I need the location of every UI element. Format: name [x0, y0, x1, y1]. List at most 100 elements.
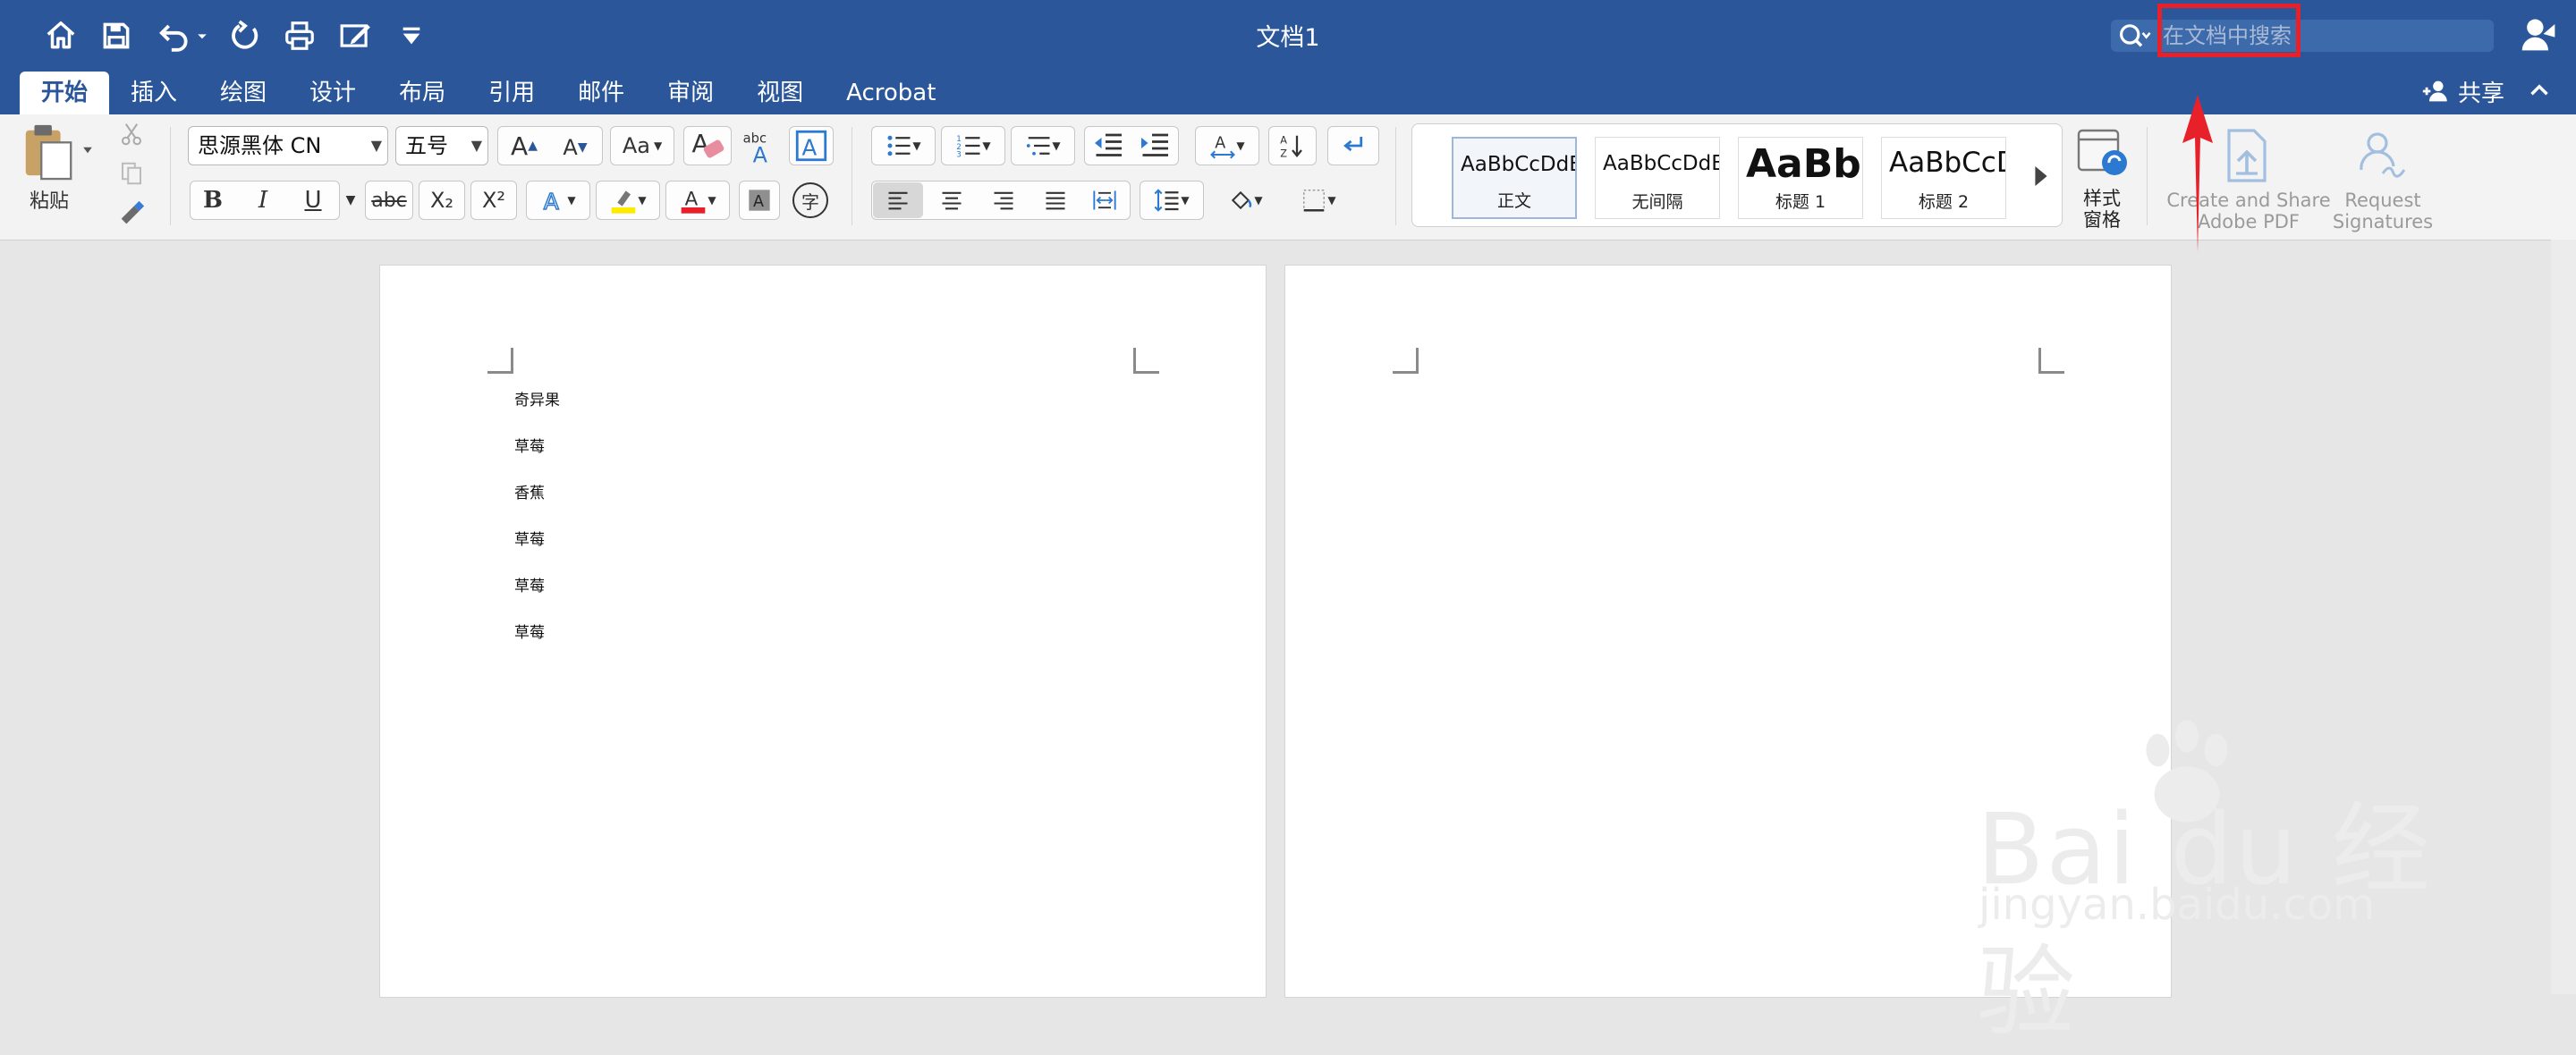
style-heading-2[interactable]: AaBbCcD 标题 2: [1881, 137, 2006, 219]
style-preview: AaBb(: [1746, 141, 1862, 187]
tab-view[interactable]: 视图: [735, 72, 825, 114]
sort-icon[interactable]: AZ: [1268, 126, 1317, 165]
font-size-value: 五号: [405, 133, 448, 158]
line-spacing-icon: [1154, 189, 1179, 212]
multilevel-list-button[interactable]: ▼: [1011, 126, 1075, 165]
align-center-icon[interactable]: [927, 182, 977, 218]
spell-check-icon[interactable]: abc A: [739, 126, 780, 165]
borders-button[interactable]: ▼: [1283, 181, 1354, 220]
shading-button[interactable]: ▼: [1213, 181, 1277, 220]
share-button[interactable]: 共享: [2420, 72, 2504, 111]
paint-bucket-icon: [1232, 190, 1252, 210]
svg-text:A: A: [753, 142, 768, 165]
change-case-button[interactable]: Aa ▼: [610, 126, 674, 165]
chevron-down-icon: ▼: [370, 137, 382, 154]
search-icon[interactable]: [2116, 21, 2152, 50]
style-no-spacing[interactable]: AaBbCcDdEe 无间隔: [1595, 137, 1720, 219]
tab-layout[interactable]: 布局: [377, 72, 467, 114]
superscript-button[interactable]: X²: [470, 181, 517, 220]
subscript-button[interactable]: X₂: [419, 181, 465, 220]
tab-mailings[interactable]: 邮件: [556, 72, 646, 114]
tab-insert[interactable]: 插入: [109, 72, 199, 114]
create-pdf-icon[interactable]: [2222, 127, 2275, 184]
line-spacing-button[interactable]: ▼: [1140, 181, 1204, 220]
paragraph[interactable]: 草莓: [514, 620, 545, 642]
svg-text:3: 3: [957, 151, 962, 160]
request-signatures-icon[interactable]: [2354, 127, 2411, 184]
collapse-ribbon-icon[interactable]: [2524, 75, 2555, 106]
underline-button[interactable]: U: [293, 182, 333, 218]
request-signatures-label[interactable]: Request Signatures: [2322, 190, 2444, 232]
bullets-button[interactable]: ▼: [871, 126, 936, 165]
character-shading-icon[interactable]: A: [739, 181, 780, 220]
vertical-scrollbar[interactable]: [2551, 240, 2576, 994]
style-preview: AaBbCcDdEe: [1461, 153, 1575, 176]
paste-dropdown-icon[interactable]: [80, 143, 95, 157]
decrease-indent-icon[interactable]: [1088, 130, 1129, 162]
home-icon[interactable]: [41, 16, 80, 55]
undo-icon[interactable]: [154, 16, 195, 55]
share-label: 共享: [2458, 80, 2505, 107]
format-painter-icon[interactable]: [116, 198, 147, 229]
print-icon[interactable]: [279, 16, 320, 55]
bold-button[interactable]: B: [193, 182, 233, 218]
document-page[interactable]: 奇异果 草莓 香蕉 草莓 草莓 草莓: [379, 265, 1267, 998]
multilevel-list-icon: [1027, 137, 1050, 156]
increase-indent-icon[interactable]: [1134, 130, 1175, 162]
styles-pane-icon[interactable]: [2075, 123, 2129, 181]
paste-icon[interactable]: [21, 122, 75, 181]
shrink-font-icon[interactable]: A ▼: [551, 131, 599, 165]
highlight-color-button[interactable]: ▼: [596, 181, 660, 220]
font-name-value: 思源黑体 CN: [198, 133, 322, 158]
redo-icon[interactable]: [225, 16, 265, 55]
margin-corner: [1393, 348, 1419, 374]
font-color-button[interactable]: A ▼: [665, 181, 730, 220]
cut-icon[interactable]: [118, 120, 145, 148]
edit-icon[interactable]: [335, 16, 377, 55]
tab-review[interactable]: 审阅: [646, 72, 735, 114]
phonetic-label: 字: [792, 182, 828, 218]
text-effects-button[interactable]: A ▼: [526, 181, 590, 220]
show-marks-icon[interactable]: [1327, 126, 1379, 165]
save-icon[interactable]: [97, 16, 136, 55]
font-size-select[interactable]: 五号 ▼: [395, 126, 488, 165]
strikethrough-button[interactable]: abc: [365, 181, 413, 220]
tab-design[interactable]: 设计: [288, 72, 377, 114]
justify-icon[interactable]: [1030, 182, 1080, 218]
tab-references[interactable]: 引用: [467, 72, 556, 114]
align-left-icon[interactable]: [873, 182, 923, 218]
font-name-select[interactable]: 思源黑体 CN ▼: [188, 126, 388, 165]
distributed-icon[interactable]: [1080, 182, 1129, 218]
paragraph[interactable]: 奇异果: [514, 387, 560, 409]
clear-formatting-icon[interactable]: A: [683, 126, 732, 165]
phonetic-guide-button[interactable]: 字: [789, 179, 832, 222]
paste-label: 粘贴: [29, 190, 69, 213]
gallery-more-icon[interactable]: [2031, 164, 2051, 189]
grow-font-icon[interactable]: A ▲: [501, 129, 547, 163]
copy-icon[interactable]: [118, 159, 145, 188]
svg-text:A: A: [802, 135, 818, 161]
text-box-icon[interactable]: A: [789, 126, 834, 165]
paragraph[interactable]: 香蕉: [514, 480, 545, 502]
numbering-button[interactable]: 123 ▼: [941, 126, 1005, 165]
paragraph[interactable]: 草莓: [514, 573, 545, 595]
undo-dropdown-icon[interactable]: [195, 16, 209, 55]
svg-text:A: A: [1216, 135, 1226, 153]
style-normal[interactable]: AaBbCcDdEe 正文: [1452, 137, 1577, 219]
customize-icon[interactable]: [399, 16, 424, 55]
underline-dropdown-icon[interactable]: ▼: [340, 190, 361, 211]
margin-corner: [1133, 348, 1159, 374]
paragraph[interactable]: 草莓: [514, 527, 545, 549]
tab-draw[interactable]: 绘图: [199, 72, 288, 114]
style-heading-1[interactable]: AaBb( 标题 1: [1738, 137, 1863, 219]
tab-home[interactable]: 开始: [20, 72, 110, 114]
italic-button[interactable]: I: [243, 182, 283, 218]
align-right-icon[interactable]: [979, 182, 1029, 218]
chevron-down-icon: ▼: [470, 137, 482, 154]
styles-pane-label[interactable]: 样式 窗格: [2068, 188, 2136, 231]
paragraph[interactable]: 草莓: [514, 434, 545, 456]
styles-gallery: AaBbCcDdEe 正文 AaBbCcDdEe 无间隔 AaBb( 标题 1 …: [1411, 123, 2063, 227]
text-direction-button[interactable]: A ▼: [1195, 126, 1259, 165]
user-icon[interactable]: [2519, 14, 2558, 54]
tab-acrobat[interactable]: Acrobat: [825, 72, 957, 114]
